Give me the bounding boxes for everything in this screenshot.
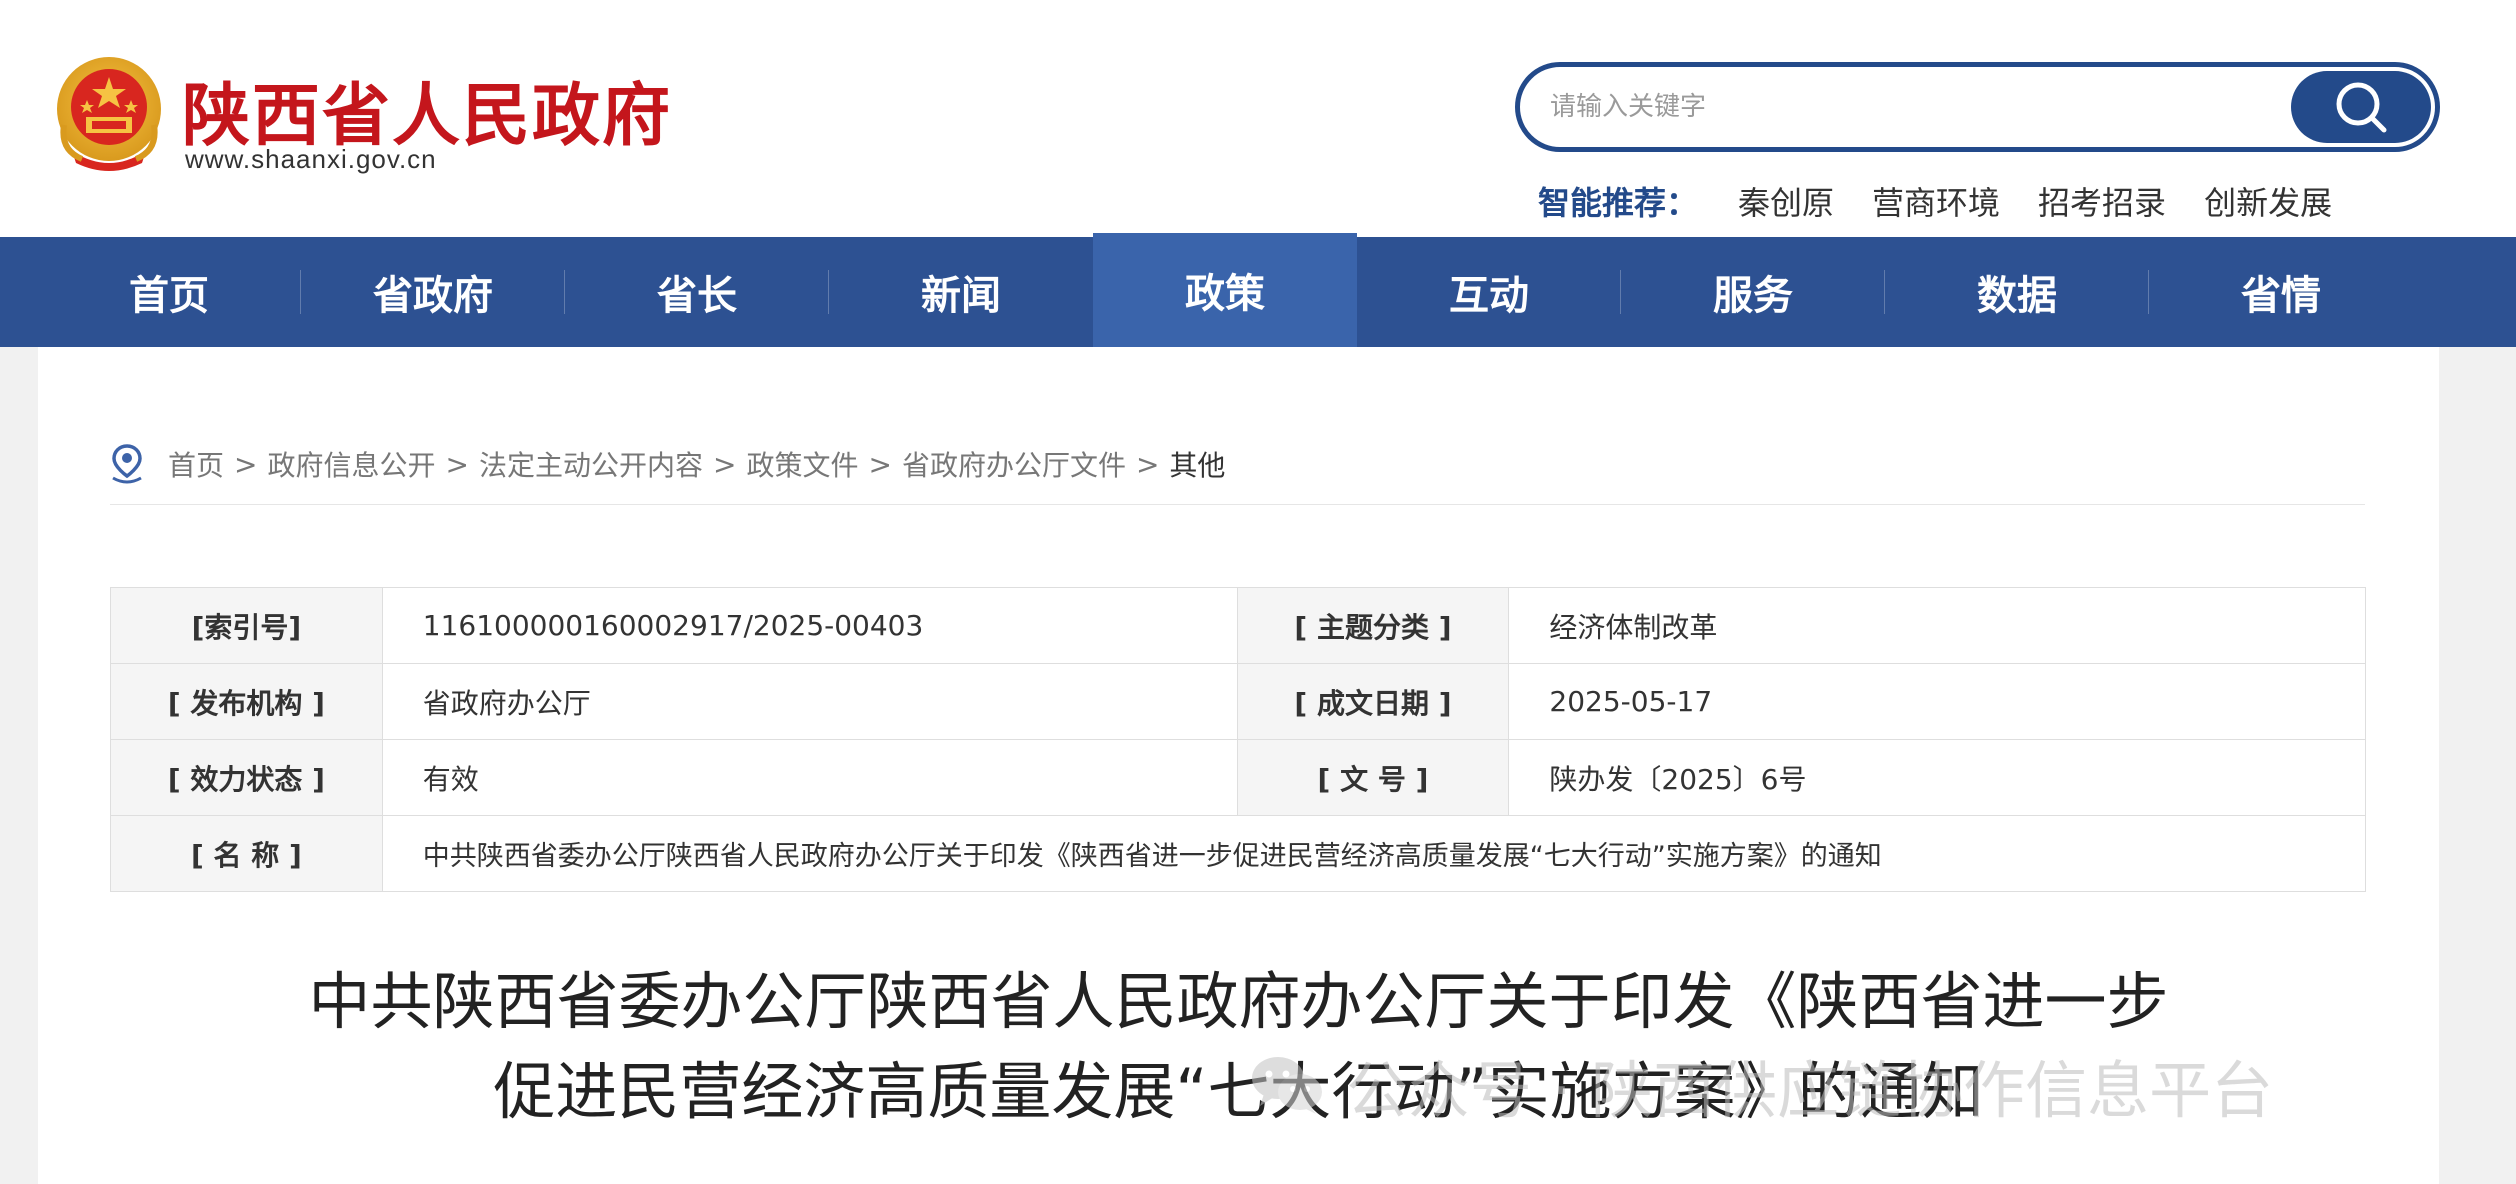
topic-category-label: [ 主题分类 ] bbox=[1236, 587, 1510, 664]
site-url: www.shaanxi.gov.cn bbox=[185, 144, 437, 174]
breadcrumb: 首页 > 政府信息公开 > 法定主动公开内容 > 政策文件 > 省政府办公厅文件… bbox=[108, 443, 1225, 485]
table-row: [索引号] 116100000160002917/2025-00403 [ 主题… bbox=[110, 587, 2366, 664]
nav-item-data[interactable]: 数据 bbox=[1885, 237, 2149, 347]
topic-category-value: 经济体制改革 bbox=[1508, 587, 2366, 664]
validity-status-value: 有效 bbox=[381, 739, 1238, 816]
index-number-label: [索引号] bbox=[110, 587, 383, 664]
recommend-item-innovation[interactable]: 创新发展 bbox=[2204, 178, 2332, 224]
breadcrumb-divider bbox=[110, 504, 2365, 505]
breadcrumb-office-documents[interactable]: 省政府办公厅文件 bbox=[902, 444, 1126, 484]
watermark-text: 公众号 · 陕西供应链协作信息平台 bbox=[1346, 1054, 2274, 1127]
document-name-value: 中共陕西省委办公厅陕西省人民政府办公厅关于印发《陕西省进一步促进民营经济高质量发… bbox=[381, 815, 2367, 892]
document-name-label: [ 名 称 ] bbox=[110, 815, 383, 892]
document-number-value: 陕办发〔2025〕6号 bbox=[1508, 739, 2366, 816]
breadcrumb-separator: > bbox=[1135, 447, 1160, 481]
publisher-label: [ 发布机构 ] bbox=[110, 663, 383, 740]
index-number-value: 116100000160002917/2025-00403 bbox=[381, 587, 1238, 664]
search-button[interactable] bbox=[2291, 71, 2431, 143]
issue-date-value: 2025-05-17 bbox=[1508, 663, 2366, 740]
issue-date-label: [ 成文日期 ] bbox=[1236, 663, 1510, 740]
breadcrumb-home[interactable]: 首页 bbox=[168, 444, 224, 484]
nav-item-services[interactable]: 服务 bbox=[1621, 237, 1885, 347]
site-header: 陕西省人民政府 www.shaanxi.gov.cn 智能推荐： 秦创原 营商环… bbox=[0, 0, 2516, 237]
breadcrumb-current: 其他 bbox=[1169, 449, 1226, 482]
location-pin-icon bbox=[112, 444, 142, 484]
nav-item-province-info[interactable]: 省情 bbox=[2149, 237, 2413, 347]
breadcrumb-separator: > bbox=[234, 447, 258, 481]
document-metadata-table: [索引号] 116100000160002917/2025-00403 [ 主题… bbox=[110, 587, 2367, 892]
recommend-item-qinchuangyuan[interactable]: 秦创原 bbox=[1738, 178, 1834, 224]
watermark: 公众号 · 陕西供应链协作信息平台 bbox=[1250, 1040, 2273, 1130]
breadcrumb-separator: > bbox=[712, 447, 737, 481]
national-emblem-icon[interactable] bbox=[52, 55, 166, 175]
breadcrumb-separator: > bbox=[868, 447, 892, 481]
table-row: [ 名 称 ] 中共陕西省委办公厅陕西省人民政府办公厅关于印发《陕西省进一步促进… bbox=[110, 815, 2367, 892]
recommend-item-business-environment[interactable]: 营商环境 bbox=[1872, 178, 2000, 224]
table-row: [ 效力状态 ] 有效 [ 文 号 ] 陕办发〔2025〕6号 bbox=[110, 739, 2366, 816]
table-row: [ 发布机构 ] 省政府办公厅 [ 成文日期 ] 2025-05-17 bbox=[110, 663, 2366, 740]
nav-item-home[interactable]: 首页 bbox=[37, 237, 301, 347]
publisher-value: 省政府办公厅 bbox=[381, 663, 1238, 740]
nav-item-news[interactable]: 新闻 bbox=[829, 237, 1093, 347]
breadcrumb-statutory-content[interactable]: 法定主动公开内容 bbox=[479, 444, 703, 484]
nav-item-governor[interactable]: 省长 bbox=[565, 237, 829, 347]
wechat-icon bbox=[1252, 1057, 1322, 1114]
document-number-label: [ 文 号 ] bbox=[1236, 739, 1510, 816]
search-box bbox=[1515, 62, 2440, 152]
search-input[interactable] bbox=[1550, 67, 2250, 147]
breadcrumb-separator: > bbox=[445, 447, 469, 481]
smart-recommend: 智能推荐： 秦创原 营商环境 招考招录 创新发展 bbox=[1538, 178, 2370, 224]
recommend-item-recruitment[interactable]: 招考招录 bbox=[2038, 178, 2166, 224]
nav-item-interaction[interactable]: 互动 bbox=[1357, 237, 1621, 347]
search-icon bbox=[2336, 82, 2387, 133]
nav-item-policy[interactable]: 政策 bbox=[1093, 233, 1357, 347]
nav-item-government[interactable]: 省政府 bbox=[301, 237, 565, 347]
breadcrumb-gov-info-disclosure[interactable]: 政府信息公开 bbox=[267, 444, 435, 484]
document-title-line-1: 中共陕西省委办公厅陕西省人民政府办公厅关于印发《陕西省进一步 bbox=[308, 965, 2169, 1038]
validity-status-label: [ 效力状态 ] bbox=[110, 739, 383, 816]
recommend-label: 智能推荐： bbox=[1538, 184, 1699, 222]
breadcrumb-policy-documents[interactable]: 政策文件 bbox=[746, 444, 858, 484]
main-nav: 首页 省政府 省长 新闻 政策 互动 服务 数据 省情 bbox=[0, 233, 2516, 347]
